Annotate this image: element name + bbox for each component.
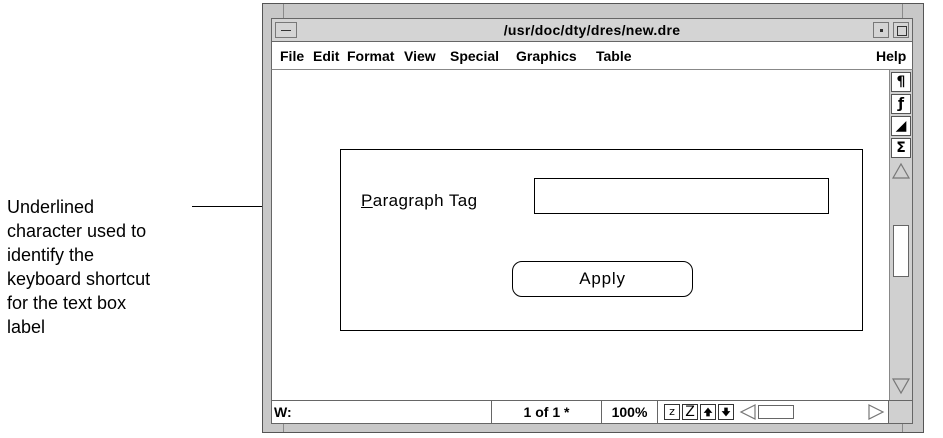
zoom-in-button[interactable]: Z <box>682 404 698 420</box>
app-window: /usr/doc/dty/dres/new.dre File Edit Form… <box>262 3 924 433</box>
zoom-out-button[interactable]: z <box>664 404 680 420</box>
window-title: /usr/doc/dty/dres/new.dre <box>503 22 681 38</box>
status-w-field: W: <box>272 401 492 423</box>
minimize-button[interactable] <box>873 22 889 38</box>
horizontal-scroll-thumb[interactable] <box>758 405 794 419</box>
label-mnemonic: P <box>361 191 373 210</box>
paragraph-icon[interactable]: ¶ <box>891 72 911 92</box>
function-icon[interactable]: ƒ <box>891 94 911 114</box>
callout-line: identify the <box>7 245 95 265</box>
frame-divider <box>283 423 284 432</box>
paragraph-tag-label: Paragraph Tag <box>361 191 477 211</box>
frame-divider <box>902 4 903 18</box>
menu-view[interactable]: View <box>404 48 436 64</box>
callout-line: keyboard shortcut <box>7 269 151 289</box>
triangle-icon[interactable]: ◢ <box>891 116 911 136</box>
scroll-right-arrow-icon[interactable] <box>866 403 886 421</box>
page-up-icon[interactable] <box>700 404 716 420</box>
callout-text: Underlined character used to identify th… <box>7 195 207 339</box>
menu-help[interactable]: Help <box>876 48 906 64</box>
vertical-scroll-thumb[interactable] <box>893 225 909 277</box>
scroll-up-arrow-icon[interactable] <box>891 161 911 181</box>
menu-edit[interactable]: Edit <box>313 48 339 64</box>
menu-format[interactable]: Format <box>347 48 394 64</box>
menu-file[interactable]: File <box>280 48 304 64</box>
callout-line: for the text box <box>7 293 127 313</box>
title-bar[interactable]: /usr/doc/dty/dres/new.dre <box>271 18 913 42</box>
menu-table[interactable]: Table <box>596 48 632 64</box>
document-area[interactable]: Paragraph Tag Apply <box>271 70 889 400</box>
scroll-corner <box>888 401 912 423</box>
frame-divider <box>283 4 284 18</box>
label-text: aragraph Tag <box>372 191 478 210</box>
page-down-icon[interactable] <box>718 404 734 420</box>
menu-special[interactable]: Special <box>450 48 499 64</box>
sigma-icon[interactable]: Σ <box>891 138 911 158</box>
scroll-left-arrow-icon[interactable] <box>738 403 758 421</box>
status-page: 1 of 1 * <box>492 401 602 423</box>
callout-line: Underlined <box>7 197 95 217</box>
callout-line: character used to <box>7 221 147 241</box>
status-zoom[interactable]: 100% <box>602 401 658 423</box>
status-w-label: W: <box>274 404 292 420</box>
scroll-down-arrow-icon[interactable] <box>891 376 911 396</box>
paragraph-tag-input[interactable] <box>534 178 829 214</box>
vertical-toolbar: ¶ ƒ ◢ Σ <box>889 70 913 400</box>
maximize-button[interactable] <box>893 22 909 38</box>
menu-bar: File Edit Format View Special Graphics T… <box>271 42 913 70</box>
menu-graphics[interactable]: Graphics <box>516 48 577 64</box>
frame-divider <box>902 423 903 432</box>
apply-button[interactable]: Apply <box>512 261 693 297</box>
status-bar: W: 1 of 1 * 100% z Z <box>271 400 913 424</box>
paragraph-tag-dialog: Paragraph Tag Apply <box>340 149 863 331</box>
callout-line: label <box>7 317 46 337</box>
